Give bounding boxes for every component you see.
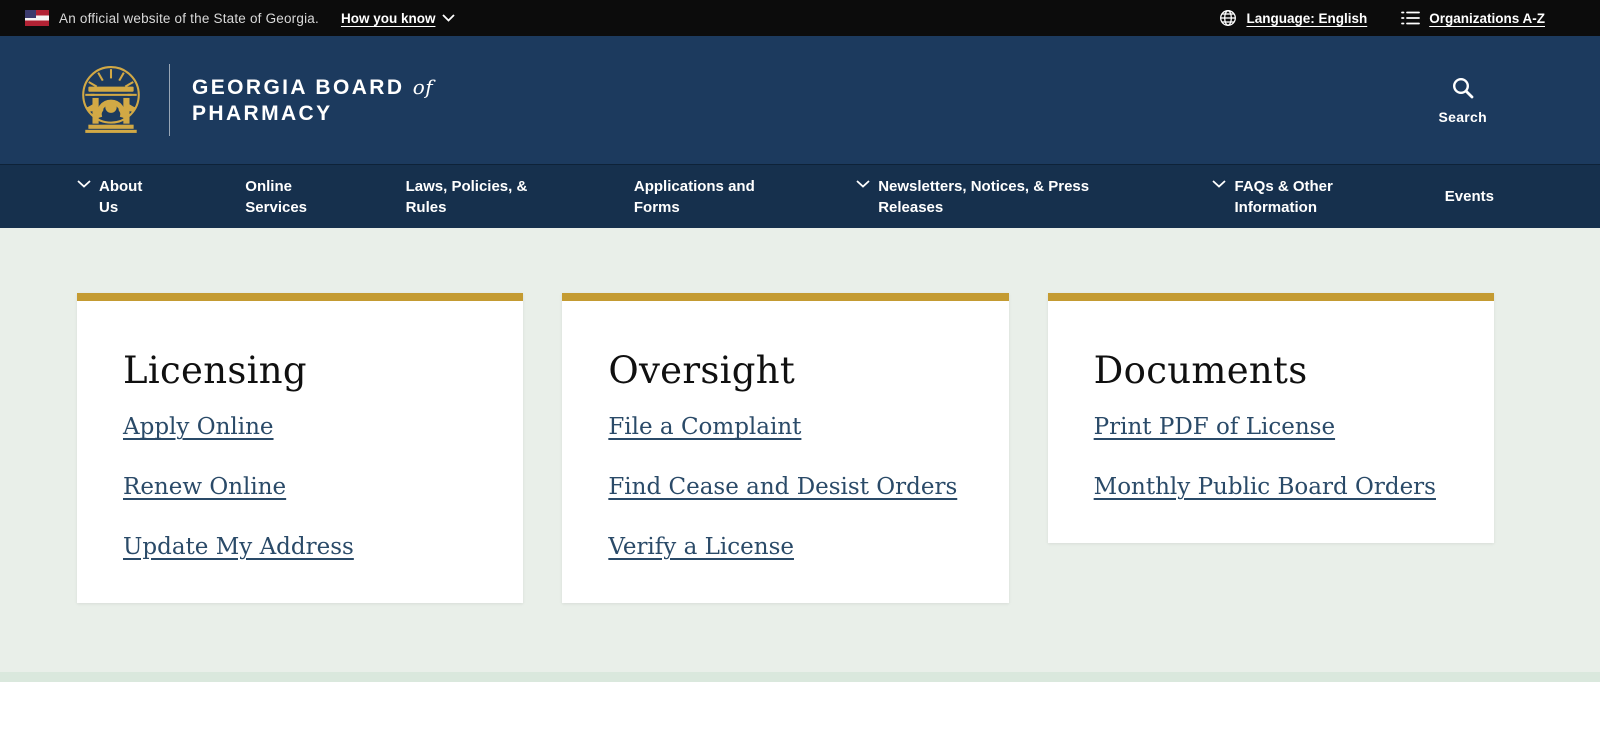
site-title-line2: PHARMACY: [192, 102, 333, 125]
documents-card: Documents Print PDF of License Monthly P…: [1048, 293, 1494, 543]
georgia-flag-icon: [25, 10, 49, 26]
card-title-oversight: Oversight: [608, 349, 972, 393]
main-navigation: About Us Online Services Laws, Policies,…: [0, 164, 1600, 228]
chevron-down-icon: [442, 14, 455, 22]
nav-item-label: About Us: [99, 176, 151, 218]
official-site-banner: An official website of the State of Geor…: [0, 0, 1600, 36]
nav-item-label: Laws, Policies, & Rules: [406, 176, 540, 218]
official-site-text: An official website of the State of Geor…: [59, 11, 319, 26]
site-title-of: of: [413, 75, 433, 99]
site-title-line1: GEORGIA BOARD: [192, 76, 404, 99]
verify-a-license-link[interactable]: Verify a License: [608, 533, 794, 563]
list-icon: [1401, 10, 1420, 26]
nav-item-events[interactable]: Events: [1445, 186, 1494, 207]
search-icon: [1451, 76, 1475, 100]
card-title-licensing: Licensing: [123, 349, 487, 393]
site-title: GEORGIA BOARD of PHARMACY: [192, 74, 433, 127]
search-label: Search: [1439, 109, 1488, 125]
organizations-az-label: Organizations A-Z: [1429, 11, 1545, 26]
section-divider-strip: [0, 672, 1600, 682]
globe-icon: [1219, 9, 1237, 27]
main-content: Licensing Apply Online Renew Online Upda…: [0, 228, 1600, 672]
nav-item-label: Online Services: [245, 176, 311, 218]
update-my-address-link[interactable]: Update My Address: [123, 533, 354, 563]
site-header: GEORGIA BOARD of PHARMACY Search: [0, 36, 1600, 164]
find-cease-and-desist-orders-link[interactable]: Find Cease and Desist Orders: [608, 473, 957, 503]
nav-item-label: Events: [1445, 186, 1494, 207]
nav-item-about-us[interactable]: About Us: [77, 176, 151, 218]
licensing-card: Licensing Apply Online Renew Online Upda…: [77, 293, 523, 603]
nav-item-label: FAQs & Other Information: [1234, 176, 1350, 218]
language-link[interactable]: Language: English: [1219, 9, 1367, 27]
nav-item-label: Applications and Forms: [634, 176, 762, 218]
print-pdf-of-license-link[interactable]: Print PDF of License: [1094, 413, 1335, 443]
nav-item-newsletters-notices-press[interactable]: Newsletters, Notices, & Press Releases: [856, 176, 1118, 218]
monthly-public-board-orders-link[interactable]: Monthly Public Board Orders: [1094, 473, 1436, 503]
footer-whitespace: [0, 682, 1600, 733]
nav-item-laws-policies-rules[interactable]: Laws, Policies, & Rules: [406, 176, 540, 218]
search-button[interactable]: Search: [1433, 75, 1494, 126]
renew-online-link[interactable]: Renew Online: [123, 473, 286, 503]
language-label: Language: English: [1246, 11, 1367, 26]
georgia-arch-logo: [75, 64, 147, 136]
nav-item-applications-forms[interactable]: Applications and Forms: [634, 176, 762, 218]
apply-online-link[interactable]: Apply Online: [123, 413, 274, 443]
site-logo-home-link[interactable]: GEORGIA BOARD of PHARMACY: [75, 64, 433, 136]
logo-divider: [169, 64, 170, 136]
card-title-documents: Documents: [1094, 349, 1458, 393]
chevron-down-icon: [77, 180, 91, 188]
how-you-know-label: How you know: [341, 11, 436, 26]
oversight-card: Oversight File a Complaint Find Cease an…: [562, 293, 1008, 603]
chevron-down-icon: [856, 180, 870, 188]
nav-item-faqs-other-information[interactable]: FAQs & Other Information: [1212, 176, 1350, 218]
how-you-know-button[interactable]: How you know: [335, 10, 462, 27]
nav-item-online-services[interactable]: Online Services: [245, 176, 311, 218]
nav-item-label: Newsletters, Notices, & Press Releases: [878, 176, 1118, 218]
chevron-down-icon: [1212, 180, 1226, 188]
organizations-az-link[interactable]: Organizations A-Z: [1401, 10, 1545, 26]
file-a-complaint-link[interactable]: File a Complaint: [608, 413, 801, 443]
